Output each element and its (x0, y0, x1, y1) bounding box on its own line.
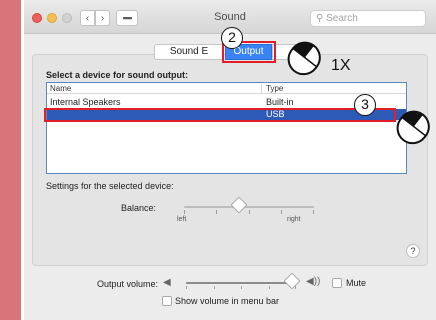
volume-slider-knob[interactable] (283, 272, 301, 290)
settings-label: Settings for the selected device: (46, 181, 174, 191)
table-header: Name Type (47, 83, 406, 94)
search-field[interactable]: ⚲ Search (310, 10, 426, 27)
output-heading: Select a device for sound output: (46, 70, 189, 80)
tab-sound-effects[interactable]: Sound E (154, 44, 224, 60)
balance-tick (249, 210, 250, 214)
volume-slider-fill (186, 282, 294, 284)
mouse-click-icon (287, 41, 321, 76)
left-frame-border (0, 0, 21, 320)
speaker-high-icon: ◀)) (306, 276, 321, 287)
column-divider (261, 84, 262, 93)
show-volume-checkbox[interactable] (162, 296, 172, 306)
show-volume-label: Show volume in menu bar (175, 296, 280, 306)
help-button[interactable]: ? (406, 244, 420, 258)
output-volume-label: Output volume: (97, 279, 159, 289)
volume-tick (295, 286, 296, 289)
balance-tick (184, 210, 185, 214)
speaker-low-icon: ◀ (163, 277, 171, 288)
balance-left-label: left (177, 216, 187, 223)
click-count-label: 1X (331, 57, 351, 74)
sound-window: ‹ › ▪▪▪▪ Sound ⚲ Search Sound E Output S… (24, 0, 436, 320)
mute-label: Mute (346, 278, 367, 288)
output-device-table[interactable]: Name Type Internal Speakers Built-in USB (46, 82, 407, 174)
mute-checkbox[interactable] (332, 278, 342, 288)
search-placeholder: Search (326, 13, 358, 24)
device-type: Built-in (266, 97, 294, 107)
table-row[interactable]: Internal Speakers Built-in (47, 97, 406, 108)
balance-tick (281, 210, 282, 214)
usb-row-highlight (44, 108, 396, 122)
step-3-badge: 3 (354, 94, 376, 116)
device-name: Internal Speakers (50, 97, 121, 107)
volume-tick (186, 286, 187, 289)
volume-tick (269, 286, 270, 289)
mouse-click-icon (396, 110, 430, 145)
balance-tick (216, 210, 217, 214)
column-header-name[interactable]: Name (50, 84, 71, 93)
step-2-badge: 2 (221, 27, 243, 49)
balance-label: Balance: (121, 203, 157, 213)
volume-tick (214, 286, 215, 289)
search-icon: ⚲ (316, 13, 324, 24)
balance-slider-track[interactable] (184, 206, 314, 208)
balance-tick (313, 210, 314, 214)
balance-right-label: right (287, 216, 301, 223)
column-header-type[interactable]: Type (266, 84, 283, 93)
volume-tick (241, 286, 242, 289)
